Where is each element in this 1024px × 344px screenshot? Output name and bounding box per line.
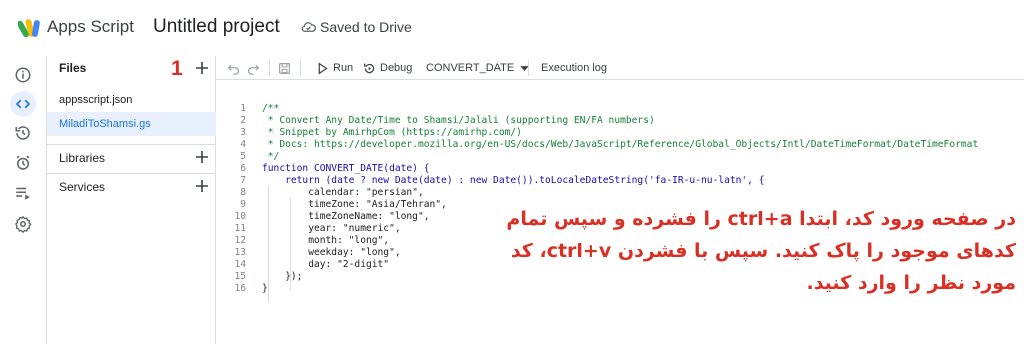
code-line: /** — [262, 103, 280, 114]
gear-icon — [15, 215, 32, 233]
code-line: timeZone: "Asia/Tehran", — [262, 199, 447, 210]
line-number: 5 — [240, 151, 246, 162]
add-service-button[interactable] — [194, 178, 210, 194]
save-status: Saved to Drive — [301, 19, 412, 35]
toolbar-divider — [528, 60, 529, 76]
top-bar: Apps Script Untitled project Saved to Dr… — [0, 0, 1024, 56]
file-item-appsscript-json[interactable]: appsscript.json — [47, 88, 216, 112]
save-status-label: Saved to Drive — [320, 19, 412, 35]
line-number: 12 — [234, 235, 246, 246]
instruction-line: مورد نظر را وارد کنید. — [806, 272, 1016, 294]
line-number: 11 — [234, 223, 246, 234]
project-title[interactable]: Untitled project — [153, 16, 280, 38]
code-line: year: "numeric", — [262, 223, 401, 234]
dropdown-arrow-icon — [520, 65, 529, 71]
services-label: Services — [59, 180, 106, 194]
plus-icon — [196, 62, 208, 74]
code-icon — [15, 99, 31, 109]
line-number: 16 — [234, 283, 246, 294]
code-line: timeZoneName: "long", — [262, 211, 430, 222]
line-number: 2 — [240, 115, 246, 126]
line-number: 9 — [240, 199, 246, 210]
function-select[interactable]: CONVERT_DATE — [426, 59, 531, 77]
code-line: }); — [262, 271, 303, 282]
undo-button[interactable] — [227, 59, 240, 77]
code-line: * Snippet by AmirhpCom (https://amirhp.c… — [262, 127, 522, 138]
code-line: } — [262, 283, 268, 294]
history-icon — [15, 126, 30, 140]
instruction-annotation: در صفحه ورود کد، ابتدا ctrl+a را فشرده و… — [432, 203, 1016, 335]
code-line: day: "2-digit" — [262, 259, 390, 270]
code-line: * Convert Any Date/Time to Shamsi/Jalali… — [262, 115, 655, 126]
line-number: 1 — [240, 103, 246, 114]
app-name: Apps Script — [47, 17, 134, 36]
project-history-button[interactable] — [12, 122, 34, 144]
code-line: weekday: "long", — [262, 247, 401, 258]
line-number: 4 — [240, 139, 246, 150]
file-item-miladitoshamsi-gs[interactable]: MiladiToShamsi.gs — [47, 112, 216, 136]
step-number-annotation: 1 — [171, 57, 183, 80]
toolbar-divider — [300, 60, 301, 76]
files-title: Files — [59, 61, 87, 75]
line-number: 7 — [240, 175, 246, 186]
line-number: 3 — [240, 127, 246, 138]
code-line: * Docs: https://developer.mozilla.org/en… — [262, 139, 979, 150]
execution-log-button[interactable]: Execution log — [541, 59, 607, 77]
project-settings-button[interactable] — [12, 213, 34, 235]
run-label: Run — [333, 62, 354, 74]
line-number: 6 — [240, 163, 246, 174]
triggers-button[interactable] — [12, 152, 34, 174]
libraries-section: Libraries — [47, 144, 216, 168]
debug-button[interactable]: Debug — [363, 59, 412, 77]
add-library-button[interactable] — [194, 149, 210, 165]
code-line: calendar: "persian", — [262, 187, 424, 198]
line-number: 13 — [234, 247, 246, 258]
cloud-done-icon — [301, 21, 316, 32]
services-section: Services — [47, 173, 216, 197]
editor-button[interactable] — [10, 91, 36, 117]
instruction-line: در صفحه ورود کد، ابتدا ctrl+a را فشرده و… — [506, 208, 1016, 230]
execution-log-label: Execution log — [541, 62, 608, 74]
apps-script-logo-icon — [18, 19, 40, 38]
add-file-button[interactable] — [194, 60, 210, 76]
executions-button[interactable] — [12, 182, 34, 204]
executions-list-icon — [16, 187, 30, 200]
plus-icon — [196, 180, 208, 192]
code-line: return (date ? new Date(date) : new Date… — [262, 175, 765, 186]
libraries-label: Libraries — [59, 151, 106, 165]
editor-toolbar: Run Debug CONVERT_DATE Execution log — [216, 56, 1024, 80]
line-number: 14 — [234, 259, 246, 270]
line-number: 15 — [234, 271, 246, 282]
save-icon — [279, 62, 290, 74]
save-project-button[interactable] — [278, 59, 291, 77]
overview-button[interactable] — [12, 64, 34, 86]
files-panel: Files 1 appsscript.json MiladiToShamsi.g… — [47, 56, 216, 344]
line-number: 10 — [234, 211, 246, 222]
instruction-line: کدهای موجود را پاک کنید. سپس با فشردن ct… — [510, 240, 1016, 262]
code-line: */ — [262, 151, 280, 162]
code-line: month: "long", — [262, 235, 390, 246]
play-icon — [318, 61, 328, 75]
redo-button[interactable] — [247, 59, 260, 77]
debug-icon — [364, 63, 375, 73]
info-icon — [15, 67, 31, 83]
code-line: function CONVERT_DATE(date) { — [262, 163, 430, 174]
plus-icon — [196, 151, 208, 163]
toolbar-divider — [269, 60, 270, 76]
files-header: Files 1 — [47, 56, 216, 80]
left-nav-rail — [0, 56, 47, 344]
debug-label: Debug — [380, 62, 413, 74]
alarm-icon — [16, 155, 30, 170]
function-select-value: CONVERT_DATE — [426, 62, 515, 74]
redo-icon — [248, 64, 260, 75]
undo-icon — [227, 64, 239, 75]
line-number: 8 — [240, 187, 246, 198]
run-button[interactable]: Run — [316, 59, 353, 77]
